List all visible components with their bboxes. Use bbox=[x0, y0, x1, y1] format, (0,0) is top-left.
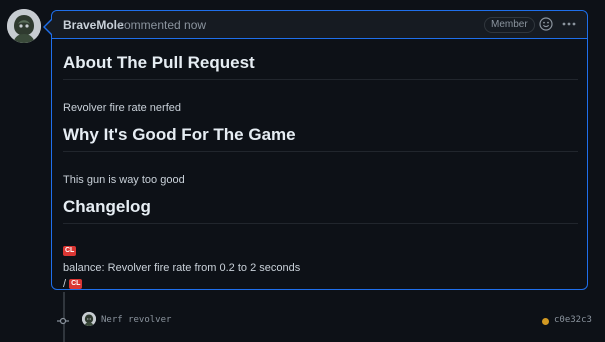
heading-why: Why It's Good For The Game bbox=[63, 125, 578, 152]
author-avatar[interactable] bbox=[7, 9, 41, 43]
git-commit-icon bbox=[57, 314, 69, 326]
commit-status-dot[interactable] bbox=[542, 318, 549, 325]
commit-author-avatar[interactable] bbox=[82, 312, 96, 326]
close-prefix: / bbox=[63, 278, 67, 290]
comment-box: BraveMole commented now Member About The… bbox=[51, 10, 588, 290]
kebab-menu-icon[interactable] bbox=[560, 15, 578, 33]
cl-tag-close-icon: CL bbox=[69, 279, 83, 290]
avatar-icon bbox=[82, 312, 96, 326]
changelog-close-line: / CL bbox=[63, 278, 83, 290]
comment-header: BraveMole commented now Member bbox=[52, 11, 587, 39]
avatar-icon bbox=[7, 9, 41, 43]
author-name[interactable]: BraveMole bbox=[63, 18, 124, 32]
member-badge: Member bbox=[484, 17, 535, 33]
commit-row: Nerf revolver c0e32c3 bbox=[57, 312, 597, 330]
changelog-open-line: CL bbox=[63, 245, 77, 257]
about-text: Revolver fire rate nerfed bbox=[63, 102, 181, 114]
comment-caret-inner bbox=[45, 20, 52, 34]
why-text: This gun is way too good bbox=[63, 174, 185, 186]
smiley-icon[interactable] bbox=[539, 17, 553, 31]
commit-message-link[interactable]: Nerf revolver bbox=[101, 315, 171, 325]
changelog-entry: balance: Revolver fire rate from 0.2 to … bbox=[63, 262, 301, 274]
cl-tag-icon: CL bbox=[63, 246, 77, 257]
commit-sha-link[interactable]: c0e32c3 bbox=[554, 315, 592, 325]
heading-about: About The Pull Request bbox=[63, 53, 578, 80]
comment-meta[interactable]: commented now bbox=[118, 18, 206, 32]
heading-changelog: Changelog bbox=[63, 197, 578, 224]
